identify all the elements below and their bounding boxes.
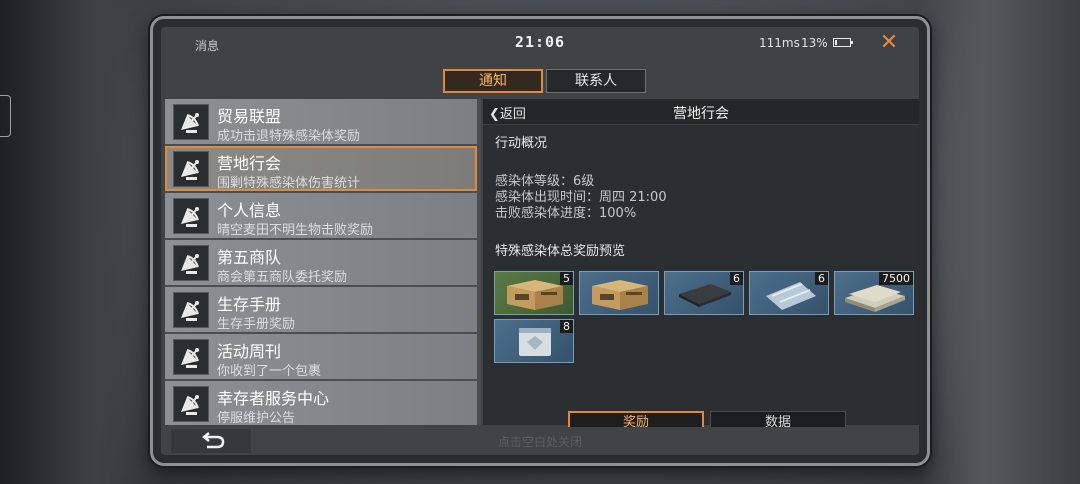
satellite-dish-icon: [173, 292, 209, 328]
satellite-dish-icon: [173, 104, 209, 140]
side-edge-handle: [0, 95, 11, 137]
satellite-dish-icon: [173, 386, 209, 422]
list-item[interactable]: 幸存者服务中心 停服维护公告: [165, 381, 477, 425]
reward-slot-cloth-roll[interactable]: 6: [749, 271, 829, 315]
list-item[interactable]: 第五商队 商会第五商队委托奖励: [165, 240, 477, 285]
message-subtitle: 晴空麦田不明生物击败奖励: [217, 223, 374, 238]
message-subtitle: 围剿特殊感染体伤害统计: [217, 176, 361, 191]
list-item-selected[interactable]: 营地行会 围剿特殊感染体伤害统计: [165, 146, 477, 191]
footer-bar[interactable]: 点击空白处关闭: [161, 427, 919, 455]
rewards-heading: 特殊感染体总奖励预览: [495, 244, 626, 259]
reward-slot-metal-plate[interactable]: 6: [664, 271, 744, 315]
ping-readout: 111ms: [759, 36, 800, 50]
reward-count: 5: [560, 272, 573, 285]
reward-count: 8: [560, 320, 573, 333]
battery-percent: 13%: [801, 36, 828, 50]
close-icon[interactable]: ✕: [877, 31, 901, 55]
background-left: [0, 0, 160, 484]
reward-count: 7500: [879, 272, 913, 285]
list-item[interactable]: 活动周刊 你收到了一个包裹: [165, 334, 477, 379]
close-hint: 点击空白处关闭: [497, 435, 582, 449]
message-title: 个人信息: [217, 201, 282, 220]
message-title: 生存手册: [217, 295, 282, 314]
message-list[interactable]: 贸易联盟 成功击退特殊感染体奖励 营地行会 围剿特殊感染体伤害统计 个人信息 晴…: [165, 99, 481, 425]
satellite-dish-icon: [173, 198, 209, 234]
tab-notifications[interactable]: 通知: [443, 69, 543, 93]
message-title: 营地行会: [217, 154, 282, 173]
message-subtitle: 生存手册奖励: [217, 317, 296, 332]
tab-bar: 通知 联系人: [443, 69, 646, 93]
status-bar: 消息 21:06 111ms 13% ✕: [161, 27, 919, 61]
message-title: 活动周刊: [217, 342, 282, 361]
reward-count: 6: [815, 272, 828, 285]
tab-contacts[interactable]: 联系人: [546, 69, 646, 93]
list-item[interactable]: 个人信息 晴空麦田不明生物击败奖励: [165, 193, 477, 238]
satellite-dish-icon: [173, 339, 209, 375]
stat-defeat-progress: 击败感染体进度：100%: [495, 206, 637, 221]
battery-level: [835, 40, 837, 45]
reward-slot-supply-crate[interactable]: [579, 271, 659, 315]
overview-heading: 行动概况: [495, 136, 548, 151]
message-subtitle: 成功击退特殊感染体奖励: [217, 129, 361, 144]
detail-header: ❮返回 营地行会: [483, 99, 919, 125]
message-title: 贸易联盟: [217, 107, 282, 126]
detail-title: 营地行会: [673, 106, 729, 122]
reward-slot-supply-crate[interactable]: 5: [494, 271, 574, 315]
background-right: [920, 0, 1080, 484]
satellite-dish-icon: [173, 151, 209, 187]
reward-count: 6: [730, 272, 743, 285]
message-subtitle: 你收到了一个包裹: [217, 364, 322, 379]
message-detail-panel: ❮返回 营地行会 行动概况 感染体等级：6级 感染体出现时间：周四 21:00 …: [483, 99, 919, 435]
list-item[interactable]: 生存手册 生存手册奖励: [165, 287, 477, 332]
battery-icon: [833, 38, 853, 47]
satellite-dish-icon: [173, 245, 209, 281]
message-device-frame: 消息 21:06 111ms 13% ✕ 通知 联系人 贸易联盟 成功击退特殊感…: [150, 16, 930, 466]
message-screen: 消息 21:06 111ms 13% ✕ 通知 联系人 贸易联盟 成功击退特殊感…: [161, 27, 919, 455]
message-title: 第五商队: [217, 248, 282, 267]
message-subtitle: 停服维护公告: [217, 411, 296, 425]
reward-slot-cash-bundle[interactable]: 7500: [834, 271, 914, 315]
supply-crate-icon: [592, 280, 648, 310]
message-title: 幸存者服务中心: [217, 389, 330, 408]
message-subtitle: 商会第五商队委托奖励: [217, 270, 348, 285]
reward-slot-sealed-bag[interactable]: 8: [494, 319, 574, 363]
list-item[interactable]: 贸易联盟 成功击退特殊感染体奖励: [165, 99, 477, 144]
